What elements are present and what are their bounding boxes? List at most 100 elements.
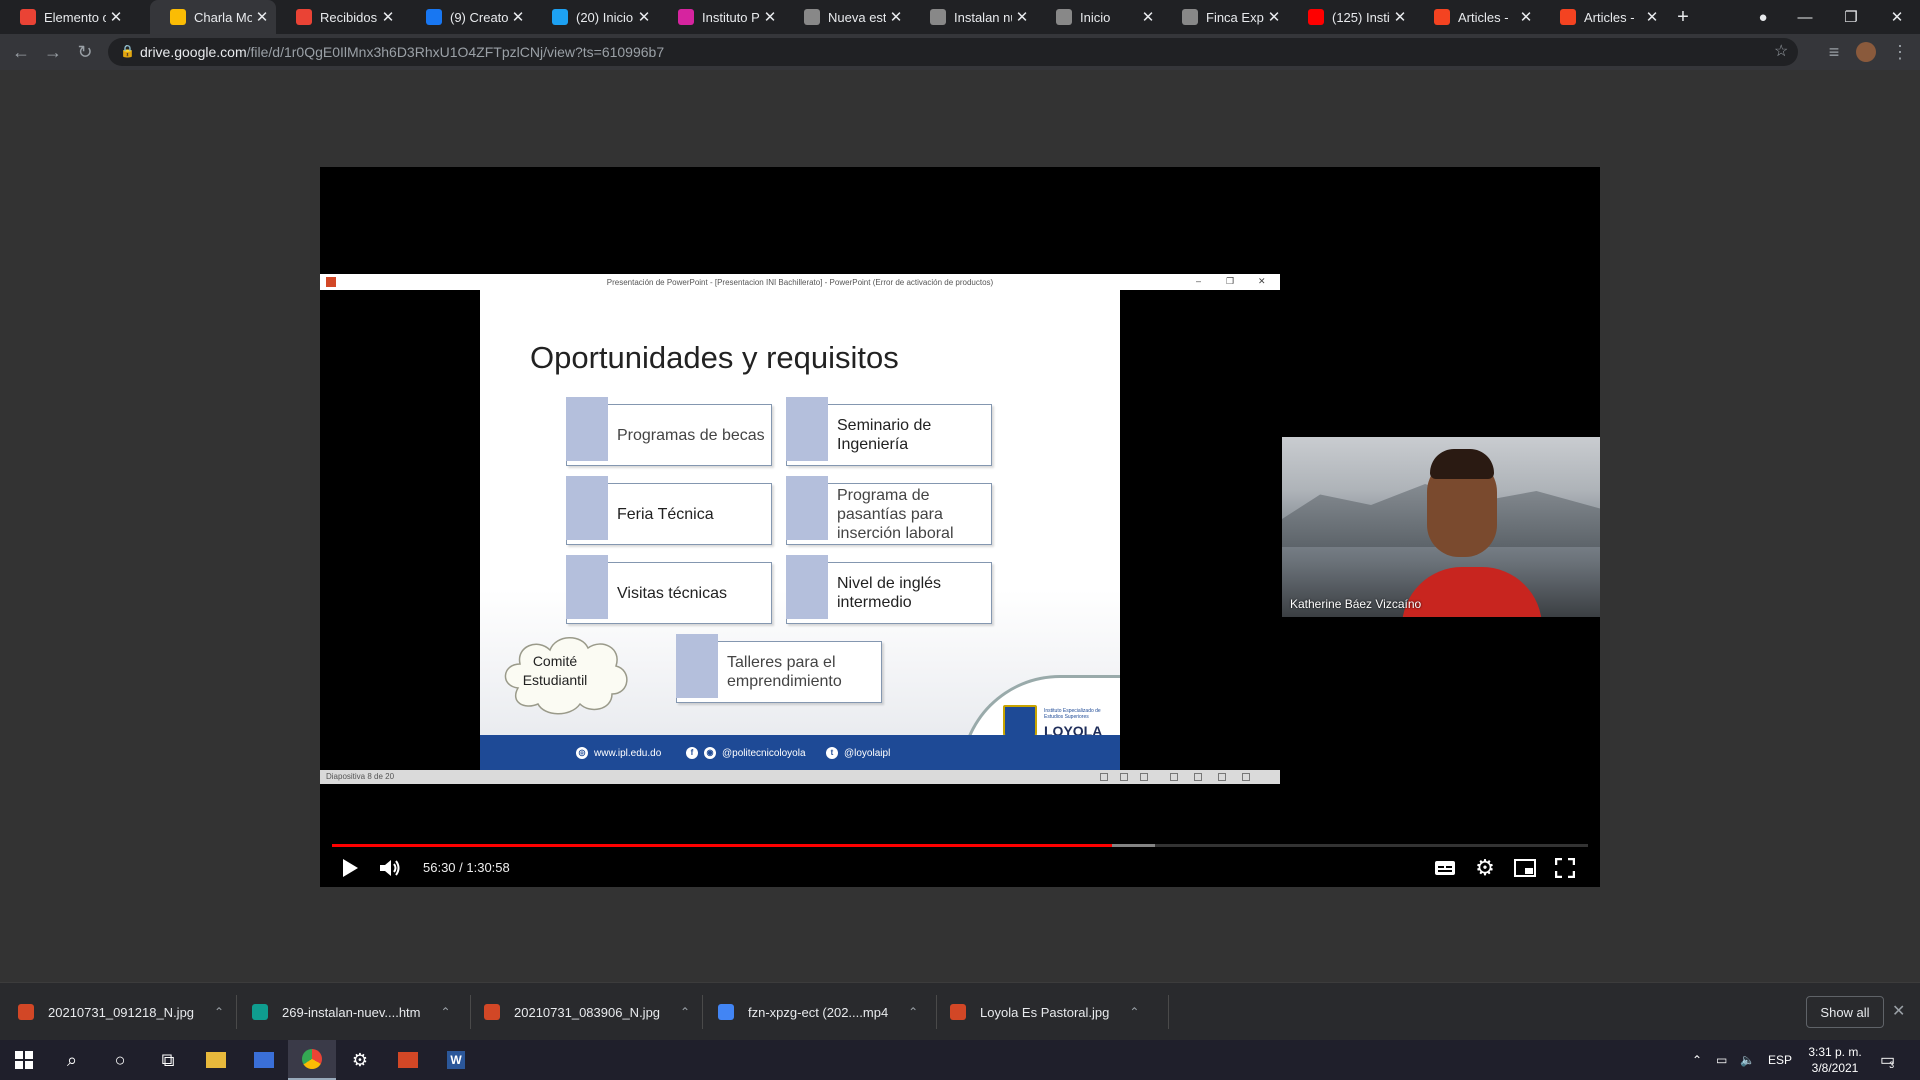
chevron-up-icon[interactable]: ⌃ bbox=[908, 1005, 918, 1019]
gear-icon: ⚙ bbox=[1475, 855, 1495, 880]
close-tab-icon[interactable]: ✕ bbox=[1390, 8, 1410, 26]
windows-start-icon[interactable] bbox=[0, 1040, 48, 1080]
twitter-icon: t bbox=[826, 747, 838, 759]
view-icon bbox=[1120, 773, 1128, 781]
close-window-button[interactable]: ✕ bbox=[1874, 0, 1920, 34]
download-item[interactable]: 269-instalan-nuev....htm ⌃ bbox=[252, 983, 464, 1041]
volume-tray-icon[interactable]: 🔈 bbox=[1740, 1040, 1755, 1080]
settings-button[interactable]: ⚙ bbox=[1470, 853, 1500, 883]
tab[interactable]: Nueva esta✕ bbox=[784, 0, 910, 34]
download-item[interactable]: 20210731_091218_N.jpg ⌃ bbox=[18, 983, 230, 1041]
lock-icon[interactable]: 🔒 bbox=[120, 44, 135, 58]
close-tab-icon[interactable]: ✕ bbox=[886, 8, 906, 26]
tab[interactable]: (20) Inicio / ✕ bbox=[532, 0, 658, 34]
card-programa-de-pasantias: Programa de pasantías para inserción lab… bbox=[786, 476, 992, 545]
close-tab-icon[interactable]: ✕ bbox=[760, 8, 780, 26]
taskbar: ⌕ ○ ⧉ ⚙ W ⌃ ▭ 🔈 ESP 3:31 p. m. 3/8/2021 … bbox=[0, 1040, 1920, 1080]
close-icon[interactable]: ✕ bbox=[1892, 1001, 1905, 1021]
minimize-button[interactable]: — bbox=[1782, 0, 1828, 34]
search-icon[interactable]: ⌕ bbox=[48, 1040, 96, 1080]
powerpoint-titlebar: Presentación de PowerPoint - [Presentaci… bbox=[320, 274, 1280, 290]
close-tab-icon[interactable]: ✕ bbox=[106, 8, 126, 26]
close-tab-icon[interactable]: ✕ bbox=[1642, 8, 1662, 26]
close-tab-icon[interactable]: ✕ bbox=[1138, 8, 1158, 26]
tab[interactable]: Finca Exper✕ bbox=[1162, 0, 1288, 34]
download-filename: fzn-xpzg-ect (202....mp4 bbox=[748, 1004, 889, 1020]
miniplayer-icon bbox=[1514, 859, 1536, 877]
show-all-button[interactable]: Show all bbox=[1806, 996, 1884, 1028]
download-item[interactable]: fzn-xpzg-ect (202....mp4 ⌃ bbox=[718, 983, 930, 1041]
image-file-icon bbox=[18, 1004, 34, 1020]
forward-icon[interactable]: → bbox=[41, 40, 65, 64]
chevron-up-icon[interactable]: ⌃ bbox=[214, 1005, 224, 1019]
tab-title: Articles - bbox=[1458, 9, 1509, 25]
clock[interactable]: 3:31 p. m. 3/8/2021 bbox=[1800, 1044, 1870, 1076]
tab-strip: Elemento co✕Charla Moti✕Recibidos (✕(9) … bbox=[0, 0, 1920, 34]
view-icon bbox=[1218, 773, 1226, 781]
google-drive-icon bbox=[170, 9, 186, 25]
chevron-up-icon[interactable]: ⌃ bbox=[680, 1005, 690, 1019]
close-tab-icon[interactable]: ✕ bbox=[252, 8, 272, 26]
gmail-icon bbox=[20, 9, 36, 25]
played-bar bbox=[332, 844, 1112, 847]
tab[interactable]: (125) Institu✕ bbox=[1288, 0, 1414, 34]
tab[interactable]: Instalan nu ✕ bbox=[910, 0, 1036, 34]
downloads-bar: 20210731_091218_N.jpg ⌃ 269-instalan-nuev.… bbox=[0, 982, 1920, 1040]
chevron-up-icon[interactable]: ⌃ bbox=[1129, 1005, 1139, 1019]
tab[interactable]: Articles - ✕ bbox=[1414, 0, 1540, 34]
progress-bar[interactable] bbox=[332, 844, 1588, 847]
chrome-icon[interactable] bbox=[288, 1040, 336, 1080]
volume-button[interactable] bbox=[374, 853, 406, 883]
notifications-icon[interactable]: ▭ 3 bbox=[1880, 1040, 1895, 1080]
tab-title: Charla Moti bbox=[194, 9, 252, 25]
new-tab-button[interactable]: + bbox=[1660, 0, 1706, 34]
close-tab-icon[interactable]: ✕ bbox=[378, 8, 398, 26]
ppt-close-icon: ✕ bbox=[1258, 276, 1266, 286]
restore-button[interactable]: ❐ bbox=[1828, 0, 1874, 34]
address-bar[interactable]: 🔒 drive.google.com/file/d/1r0QgE0IlMnx3h… bbox=[108, 38, 1798, 66]
tab[interactable]: Articles - ✕ bbox=[1540, 0, 1666, 34]
play-button[interactable] bbox=[334, 853, 366, 883]
download-item[interactable]: Loyola Es Pastoral.jpg ⌃ bbox=[950, 983, 1162, 1041]
tab[interactable]: Instituto Po✕ bbox=[658, 0, 784, 34]
tab[interactable]: Inicio ✕ bbox=[1036, 0, 1162, 34]
file-explorer-icon[interactable] bbox=[192, 1040, 240, 1080]
captions-button[interactable] bbox=[1430, 853, 1460, 883]
tab[interactable]: (9) Creator ✕ bbox=[406, 0, 532, 34]
download-item[interactable]: 20210731_083906_N.jpg ⌃ bbox=[484, 983, 696, 1041]
back-icon[interactable]: ← bbox=[9, 40, 33, 64]
profile-icon[interactable]: ● bbox=[1740, 0, 1786, 34]
avatar[interactable] bbox=[1854, 40, 1878, 64]
card-tag bbox=[566, 397, 608, 461]
menu-icon[interactable]: ⋮ bbox=[1888, 40, 1912, 64]
divider bbox=[936, 995, 937, 1029]
fullscreen-button[interactable] bbox=[1550, 853, 1580, 883]
close-tab-icon[interactable]: ✕ bbox=[1264, 8, 1284, 26]
close-tab-icon[interactable]: ✕ bbox=[508, 8, 528, 26]
card-nivel-de-ingles: Nivel de inglés intermedio bbox=[786, 555, 992, 624]
task-view-icon[interactable]: ⧉ bbox=[144, 1040, 192, 1080]
close-tab-icon[interactable]: ✕ bbox=[634, 8, 654, 26]
video-player[interactable]: Presentación de PowerPoint - [Presentaci… bbox=[320, 167, 1600, 887]
bookmark-star-icon[interactable]: ☆ bbox=[1774, 41, 1788, 61]
instagram-icon: ◉ bbox=[704, 747, 716, 759]
reload-icon[interactable]: ↻ bbox=[73, 40, 97, 64]
tab[interactable]: Elemento co✕ bbox=[0, 0, 130, 34]
miniplayer-button[interactable] bbox=[1510, 853, 1540, 883]
language-indicator[interactable]: ESP bbox=[1768, 1040, 1792, 1080]
settings-gear-icon[interactable]: ⚙ bbox=[336, 1040, 384, 1080]
chevron-up-icon[interactable]: ⌃ bbox=[441, 1005, 451, 1019]
app-icon[interactable] bbox=[240, 1040, 288, 1080]
close-tab-icon[interactable]: ✕ bbox=[1516, 8, 1536, 26]
tab[interactable]: Charla Moti✕ bbox=[150, 0, 276, 34]
close-tab-icon[interactable]: ✕ bbox=[1012, 8, 1032, 26]
image-viewer-icon[interactable] bbox=[384, 1040, 432, 1080]
card-label: Programas de becas bbox=[617, 426, 765, 444]
cortana-icon[interactable]: ○ bbox=[96, 1040, 144, 1080]
word-icon[interactable]: W bbox=[432, 1040, 480, 1080]
media-control-icon[interactable]: ≡ bbox=[1822, 40, 1846, 64]
url-text[interactable]: drive.google.com/file/d/1r0QgE0IlMnx3h6D… bbox=[140, 44, 664, 60]
tray-chevron-icon[interactable]: ⌃ bbox=[1692, 1040, 1702, 1080]
network-icon[interactable]: ▭ bbox=[1716, 1040, 1727, 1080]
tab[interactable]: Recibidos (✕ bbox=[276, 0, 402, 34]
